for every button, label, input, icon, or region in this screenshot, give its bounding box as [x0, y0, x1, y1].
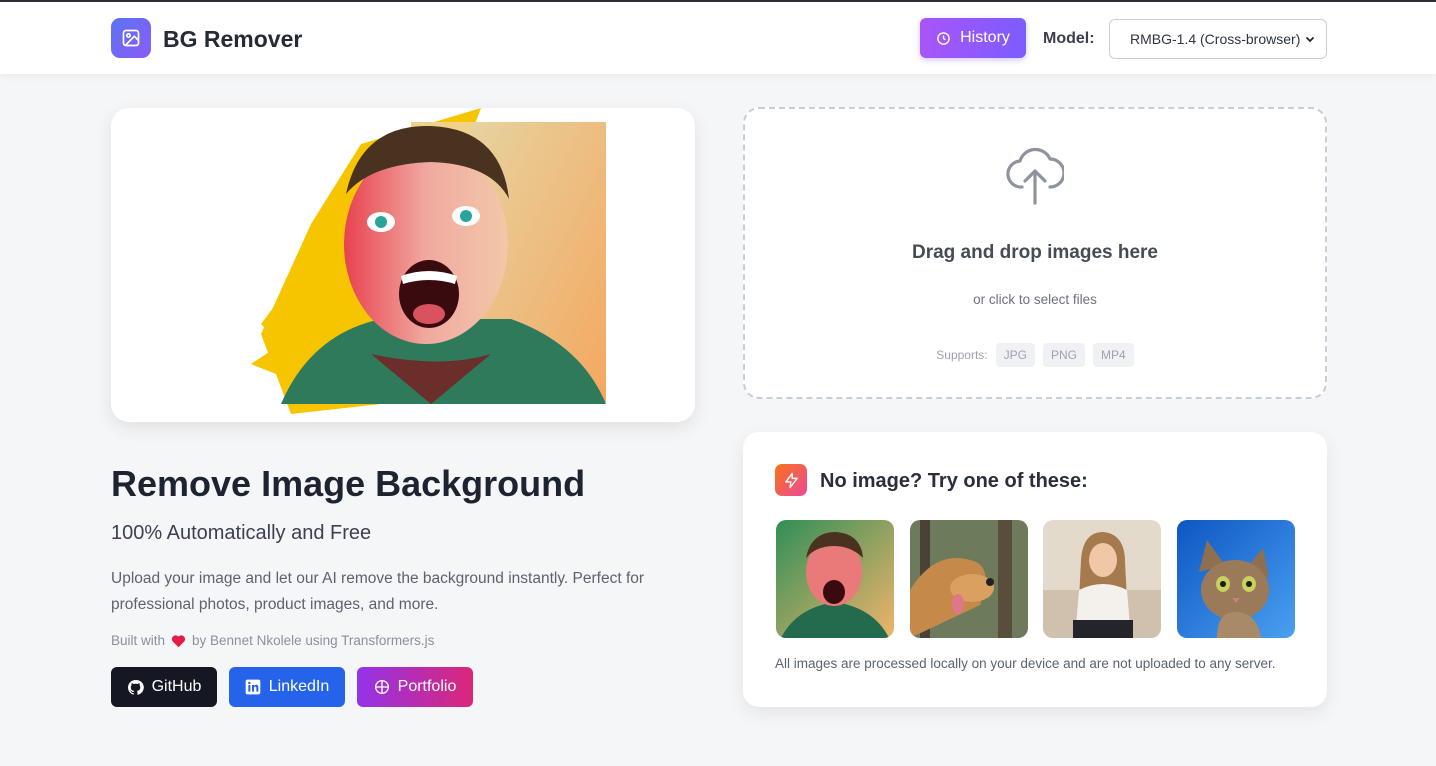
portfolio-link[interactable]: Portfolio [357, 667, 473, 707]
image-icon [122, 29, 140, 47]
logo[interactable] [111, 18, 151, 58]
sample-image-cat[interactable] [1177, 520, 1295, 638]
cloud-upload-icon [1006, 147, 1064, 205]
dropzone-subtitle: or click to select files [973, 292, 1097, 307]
dropzone-title: Drag and drop images here [911, 242, 1158, 263]
sample-man-photo [776, 520, 894, 638]
built-suffix: by Bennet Nkolele using Transformers.js [192, 633, 435, 648]
privacy-note: All images are processed locally on your… [775, 656, 1276, 671]
sample-image-woman[interactable] [1043, 520, 1161, 638]
linkedin-label: LinkedIn [268, 678, 330, 695]
page-subtitle: 100% Automatically and Free [111, 522, 372, 544]
app-header: BG Remover History Model: RMBG-1.4 (Cros… [0, 2, 1436, 74]
hero-example-image [251, 108, 606, 414]
lightning-icon [784, 472, 798, 488]
history-label: History [960, 29, 1010, 46]
model-select[interactable]: RMBG-1.4 (Cross-browser) [1109, 19, 1327, 59]
page-title: Remove Image Background [111, 463, 586, 504]
sample-dog-photo [910, 520, 1028, 638]
hero-image-card [111, 108, 695, 422]
bolt-badge [775, 464, 807, 496]
chevron-down-icon [1305, 36, 1315, 43]
sample-woman-photo [1043, 520, 1161, 638]
model-select-value: RMBG-1.4 (Cross-browser) [1130, 31, 1301, 47]
format-chip: PNG [1043, 343, 1086, 367]
samples-title: No image? Try one of these: [820, 470, 1088, 492]
linkedin-icon [245, 679, 261, 695]
model-label: Model: [1043, 30, 1095, 47]
format-chip: JPG [995, 343, 1035, 367]
portfolio-label: Portfolio [397, 678, 457, 695]
supports-label: Supports: [936, 348, 988, 362]
github-link[interactable]: GitHub [111, 667, 217, 707]
supported-formats: Supports: JPG PNG MP4 [745, 343, 1325, 367]
built-with-credit: Built with by Bennet Nkolele using Trans… [111, 633, 434, 648]
upload-dropzone[interactable]: Drag and drop images here or click to se… [743, 107, 1327, 399]
format-chip: MP4 [1093, 343, 1134, 367]
globe-icon [374, 680, 389, 694]
heart-icon [171, 634, 186, 647]
brand-name: BG Remover [163, 26, 303, 52]
sample-images-card: No image? Try one of these: All images a… [743, 432, 1327, 707]
sample-cat-photo [1177, 520, 1295, 638]
clock-icon [937, 31, 950, 45]
sample-image-dog[interactable] [910, 520, 1028, 638]
github-label: GitHub [151, 678, 202, 695]
page-description: Upload your image and let our AI remove … [111, 570, 645, 613]
github-icon [127, 679, 144, 695]
linkedin-link[interactable]: LinkedIn [229, 667, 345, 707]
sample-image-man[interactable] [776, 520, 894, 638]
built-prefix: Built with [111, 633, 166, 648]
history-button[interactable]: History [920, 18, 1026, 58]
